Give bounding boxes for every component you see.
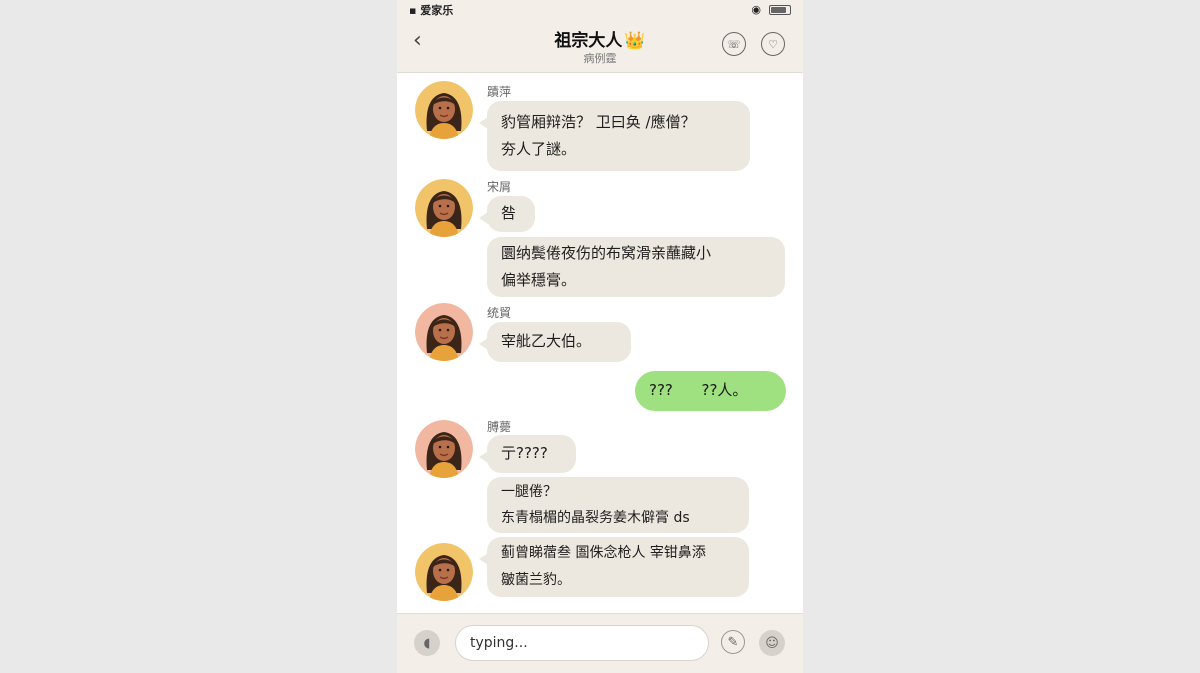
message-bubble[interactable]: 豹管厢辩浩？ 卫曰奂 /應僧？ 夯人了謎。 [479, 101, 750, 171]
voice-call-icon[interactable]: ☏ [722, 32, 746, 56]
location-icon: ◉ [751, 3, 761, 16]
message-bubble[interactable]: 咎 [479, 196, 535, 232]
emoji-icon[interactable]: ☺ [759, 630, 785, 656]
crown-icon: 👑 [624, 31, 646, 51]
input-bar: ◖ ✎ ☺ [397, 613, 803, 673]
message-list[interactable]: 蹟萍 豹管厢辩浩？ 卫曰奂 /應僧？ 夯人了謎。 宋屑 咎 圜纳鬓倦夜伤的布窝滑… [397, 73, 803, 613]
avatar[interactable] [415, 420, 473, 478]
avatar[interactable] [415, 303, 473, 361]
status-bar: ▪ 爱家乐 ◉ [397, 0, 803, 18]
message-bubble[interactable]: 宰舭乙大伯。 [479, 322, 631, 362]
message-bubble[interactable]: 一腿倦？ 东青榻楣的晶裂务姜木僻膏 ds [487, 477, 749, 533]
attach-icon[interactable]: ✎ [721, 630, 745, 654]
avatar[interactable] [415, 81, 473, 139]
sender-name: 统貿 [487, 306, 512, 320]
favorite-icon[interactable]: ♡ [761, 32, 785, 56]
avatar[interactable] [415, 179, 473, 237]
message-bubble[interactable]: 蓟曾睇蓿叁 圄侏念枪人 宰钳鼻添 皺菌兰豹。 [479, 537, 749, 597]
voice-input-icon[interactable]: ◖ [414, 630, 440, 656]
message-input[interactable] [455, 625, 709, 661]
battery-icon [769, 4, 791, 15]
sender-name: 宋屑 [487, 180, 512, 194]
message-bubble[interactable]: 圜纳鬓倦夜伤的布窝滑亲蘸藏小 偏举穩膏。 [487, 237, 785, 297]
phone-screen: ▪ 爱家乐 ◉ ‹ 祖宗大人 👑 病例霆 ☏ ♡ 蹟萍 豹管厢辩浩？ 卫曰奂 /應… [397, 0, 803, 673]
sender-name: 蹟萍 [487, 85, 512, 99]
my-message-bubble[interactable]: ??? ??人。 [635, 371, 786, 411]
chat-header: ‹ 祖宗大人 👑 病例霆 ☏ ♡ [397, 18, 803, 73]
avatar[interactable] [415, 543, 473, 601]
carrier-label: ▪ 爱家乐 [409, 4, 454, 17]
message-bubble[interactable]: 亍???? [479, 435, 576, 473]
sender-name: 膊薨 [487, 420, 512, 434]
